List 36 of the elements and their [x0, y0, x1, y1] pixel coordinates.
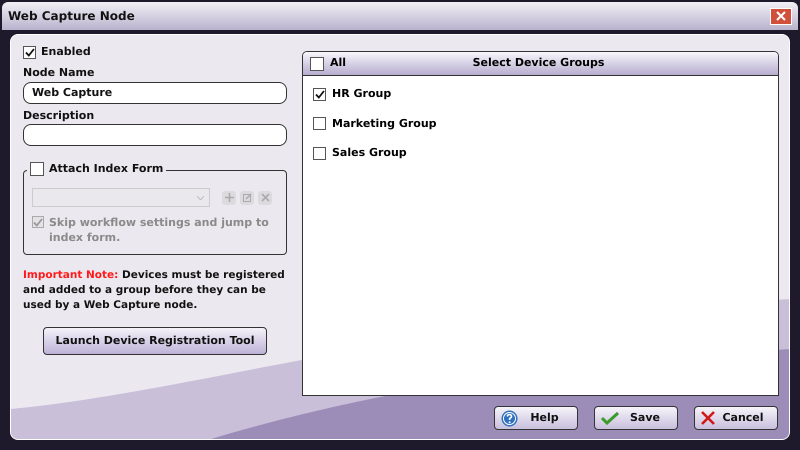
save-button[interactable]: Save — [594, 406, 678, 430]
close-icon — [776, 11, 786, 21]
skip-label: Skip workflow settings and jump to index form. — [49, 215, 270, 245]
check-icon — [601, 411, 619, 425]
check-icon — [314, 90, 324, 99]
enabled-checkbox[interactable] — [23, 46, 36, 58]
launch-registration-button[interactable]: Launch Device Registration Tool — [43, 327, 267, 355]
close-icon — [701, 411, 715, 425]
important-note: Important Note: Devices must be registered and added to a group before they can be used by a Web Capture node. — [23, 268, 286, 313]
close-icon — [260, 193, 270, 202]
check-icon — [24, 48, 34, 56]
panel-title: Select Device Groups — [472, 55, 606, 72]
node-name-field[interactable]: Web Capture — [23, 82, 287, 104]
chevron-icon — [197, 196, 204, 200]
attach-index-label: Attach Index Form — [49, 161, 164, 177]
help-icon — [501, 410, 518, 426]
cancel-button[interactable]: Cancel — [694, 406, 778, 430]
group-checkbox[interactable] — [313, 146, 326, 160]
check-icon — [33, 218, 43, 226]
window-title: Web Capture Node — [8, 8, 135, 25]
group-label: Marketing Group — [332, 116, 437, 132]
help-button[interactable]: Help — [494, 406, 578, 430]
group-checkbox[interactable] — [313, 117, 326, 130]
close-button[interactable] — [770, 8, 792, 24]
group-checkbox[interactable] — [313, 88, 326, 101]
all-label: All — [330, 55, 346, 72]
enabled-label: Enabled — [41, 44, 91, 60]
edit-icon — [242, 193, 252, 202]
plus-icon — [224, 193, 234, 202]
all-checkbox[interactable] — [310, 56, 324, 70]
description-label: Description — [23, 108, 96, 124]
node-name-label: Node Name — [23, 65, 96, 81]
attach-index-checkbox[interactable] — [30, 162, 44, 176]
group-label: HR Group — [332, 86, 392, 102]
description-field[interactable] — [23, 124, 287, 146]
group-label: Sales Group — [332, 145, 407, 161]
